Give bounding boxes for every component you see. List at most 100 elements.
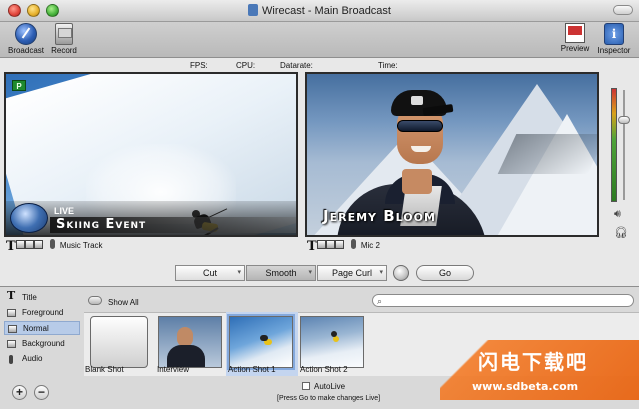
smooth-transition-popup[interactable]: Smooth ▾ xyxy=(246,265,316,281)
normal-layer-icon[interactable] xyxy=(326,240,336,249)
show-all-icon[interactable] xyxy=(88,296,102,305)
search-icon: ⌕ xyxy=(377,296,383,306)
preview-layer-strip: T Music Track xyxy=(6,239,103,254)
person-neck xyxy=(402,169,432,194)
shot-label-interview: Interview xyxy=(157,365,190,374)
smooth-label: Smooth xyxy=(265,268,297,278)
live-audio-label: Mic 2 xyxy=(360,241,380,250)
time-label: Time: xyxy=(378,61,398,70)
add-shot-button[interactable]: + xyxy=(12,385,27,400)
volume-slider-track[interactable] xyxy=(623,90,625,200)
sunglasses xyxy=(397,120,443,132)
foreground-layer-icon[interactable] xyxy=(15,240,25,249)
microphone-icon[interactable] xyxy=(49,239,55,249)
go-button[interactable]: Go xyxy=(416,265,474,281)
window-title: Wirecast - Main Broadcast xyxy=(262,5,391,17)
live-layer-strip: T Mic 2 xyxy=(307,239,380,254)
layer-label: Title xyxy=(22,293,37,302)
inspector-button[interactable]: Inspector xyxy=(594,23,634,55)
shot-thumbnail-action-2[interactable] xyxy=(300,316,364,368)
layer-icon xyxy=(7,309,16,317)
audio-level-meter xyxy=(611,88,617,202)
chevron-down-icon: ▾ xyxy=(308,269,312,276)
title-layer-icon[interactable]: T xyxy=(6,239,16,254)
shot-label-action-2: Action Shot 2 xyxy=(300,365,348,374)
layer-icon xyxy=(7,340,16,348)
layer-label: Background xyxy=(22,339,65,348)
layer-item-normal[interactable]: Normal xyxy=(4,321,80,335)
shot-label-blank: Blank Shot xyxy=(85,365,124,374)
rock-face xyxy=(497,134,597,174)
preview-monitor[interactable]: P LIVE Skiing Event xyxy=(4,72,298,237)
datarate-label: Datarate: xyxy=(280,61,313,70)
layer-item-background[interactable]: Background xyxy=(4,337,80,351)
broadcast-button[interactable]: Broadcast xyxy=(6,23,46,55)
layer-item-foreground[interactable]: Foreground xyxy=(4,306,80,320)
live-tag: LIVE xyxy=(54,206,75,216)
inspector-label: Inspector xyxy=(597,46,631,55)
event-title: Skiing Event xyxy=(56,217,147,232)
shot-search-field[interactable]: ⌕ xyxy=(372,294,634,307)
autolive-label: AutoLive xyxy=(314,382,346,391)
preview-icon xyxy=(565,23,585,43)
record-label: Record xyxy=(51,46,77,55)
page-curl-transition-popup[interactable]: Page Curl ▾ xyxy=(317,265,387,281)
show-all-label[interactable]: Show All xyxy=(108,298,139,307)
normal-layer-icon[interactable] xyxy=(25,240,35,249)
chevron-down-icon: ▾ xyxy=(237,269,241,276)
title-bar: Wirecast - Main Broadcast xyxy=(0,0,639,22)
smile xyxy=(411,146,431,152)
toolbar: Broadcast Record Preview Inspector xyxy=(0,22,639,58)
action-1-thumbnail-image xyxy=(230,317,292,367)
chevron-down-icon: ▾ xyxy=(379,269,383,276)
page-curl-label: Page Curl xyxy=(331,268,373,278)
fps-label: FPS: xyxy=(190,61,208,70)
window-title-wrap: Wirecast - Main Broadcast xyxy=(0,4,639,17)
preview-audio-label: Music Track xyxy=(59,241,103,250)
headphones-icon[interactable]: 🎧︎ xyxy=(614,226,628,239)
background-layer-icon[interactable] xyxy=(335,240,345,249)
layer-label: Audio xyxy=(22,354,43,363)
shot-thumbnail-interview[interactable] xyxy=(158,316,222,368)
foreground-layer-icon[interactable] xyxy=(316,240,326,249)
shot-thumbnail-blank[interactable] xyxy=(90,316,148,368)
broadcast-icon xyxy=(15,23,37,45)
microphone-icon[interactable] xyxy=(350,239,356,249)
record-button[interactable]: Record xyxy=(48,23,80,55)
cap-logo xyxy=(411,96,423,105)
live-monitor[interactable]: Jeremy Bloom xyxy=(305,72,599,237)
document-icon xyxy=(248,4,258,16)
shot-thumbnail-action-1[interactable] xyxy=(227,314,295,370)
watermark-chinese-text: 闪电下载吧 xyxy=(478,350,588,374)
title-layer-icon[interactable]: T xyxy=(307,239,317,254)
layer-icon xyxy=(8,325,17,333)
cpu-label: CPU: xyxy=(236,61,256,70)
globe-icon xyxy=(10,203,48,233)
mountain-right xyxy=(487,114,597,235)
volume-slider-thumb[interactable] xyxy=(618,116,630,124)
preview-label: Preview xyxy=(560,44,590,53)
layer-item-title[interactable]: T Title xyxy=(4,289,80,305)
layer-item-audio[interactable]: Audio xyxy=(4,352,80,366)
transition-speed-knob[interactable] xyxy=(393,265,409,281)
audio-icon xyxy=(9,355,13,364)
preview-button[interactable]: Preview xyxy=(558,23,592,53)
lower-third-overlay: LIVE Skiing Event xyxy=(6,201,296,235)
action-2-thumbnail-image xyxy=(301,317,363,367)
cut-label: Cut xyxy=(202,268,217,278)
search-input[interactable] xyxy=(389,295,629,306)
preview-badge: P xyxy=(12,80,26,91)
watermark-url: www.sdbeta.com xyxy=(472,380,579,393)
layer-label: Foreground xyxy=(22,308,64,317)
checkbox-icon[interactable] xyxy=(302,382,310,390)
autolive-checkbox[interactable]: AutoLive xyxy=(302,382,345,391)
layer-label: Normal xyxy=(23,324,49,333)
speaker-icon[interactable]: 🔊︎ xyxy=(614,208,621,221)
background-layer-icon[interactable] xyxy=(34,240,44,249)
autolive-note: [Press Go to make changes Live] xyxy=(277,395,381,402)
lower-third-name: Jeremy Bloom xyxy=(323,207,436,225)
cut-transition-popup[interactable]: Cut ▾ xyxy=(175,265,245,281)
title-layer-icon: T xyxy=(7,289,16,302)
toolbar-toggle-button[interactable] xyxy=(613,5,633,15)
remove-shot-button[interactable]: − xyxy=(34,385,49,400)
